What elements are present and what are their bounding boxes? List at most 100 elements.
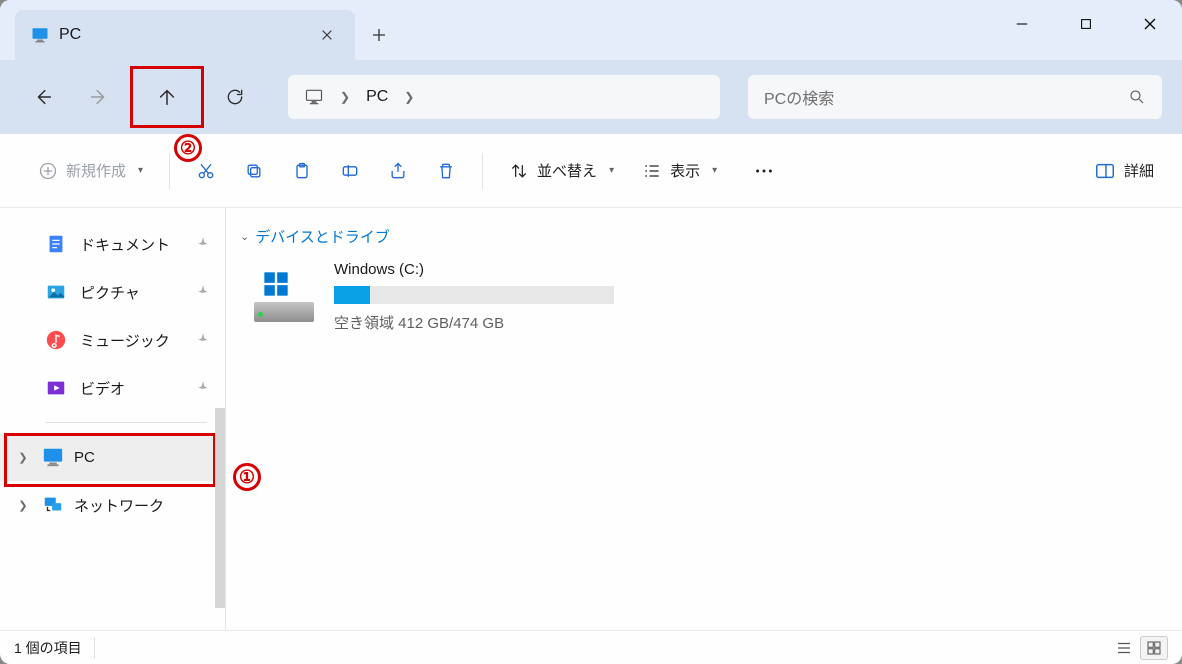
close-icon [320, 28, 334, 42]
breadcrumb-pc[interactable]: PC [366, 88, 388, 106]
sort-button[interactable]: 並べ替え ▾ [499, 151, 624, 191]
search-placeholder: PCの検索 [764, 85, 1112, 109]
view-label: 表示 [670, 160, 700, 181]
rename-icon [340, 161, 360, 181]
chevron-down-icon: ⌄ [240, 230, 249, 243]
drive-icon [254, 272, 314, 322]
nav-up-callout [130, 66, 204, 128]
divider [169, 153, 170, 189]
chevron-right-icon: ❯ [340, 90, 350, 104]
window-close-button[interactable] [1118, 0, 1182, 48]
sidebar-item-music[interactable]: ミュージック [0, 316, 225, 364]
sidebar-scrollbar-thumb[interactable] [215, 408, 225, 608]
divider [482, 153, 483, 189]
document-icon [44, 232, 68, 256]
arrow-right-icon [88, 86, 110, 108]
plus-icon [371, 27, 387, 43]
windows-logo-icon [262, 270, 290, 298]
tab-active[interactable]: PC [15, 10, 355, 60]
cut-icon [196, 161, 216, 181]
delete-button[interactable] [426, 151, 466, 191]
drive-item[interactable]: Windows (C:) 空き領域 412 GB/474 GB [240, 261, 1168, 333]
search-icon [1128, 88, 1146, 106]
sidebar-item-pictures[interactable]: ピクチャ [0, 268, 225, 316]
content-pane: ⌄ デバイスとドライブ [226, 208, 1182, 630]
window-minimize-button[interactable] [990, 0, 1054, 48]
view-tiles-button[interactable] [1140, 636, 1168, 660]
chevron-down-icon: ▾ [609, 165, 614, 176]
sidebar-quick-access: ドキュメント ピクチャ [0, 208, 225, 630]
music-icon [44, 328, 68, 352]
chevron-right-icon: ❯ [14, 451, 32, 464]
drive-subtitle: 空き領域 412 GB/474 GB [334, 312, 614, 333]
chevron-down-icon: ▾ [712, 165, 717, 176]
window-controls [990, 0, 1182, 48]
copy-button[interactable] [234, 151, 274, 191]
titlebar: PC [0, 0, 1182, 60]
more-button[interactable] [735, 151, 793, 191]
paste-button[interactable] [282, 151, 322, 191]
monitor-icon [304, 87, 324, 107]
nav-back-button[interactable] [18, 76, 68, 118]
chevron-right-icon: ❯ [404, 90, 414, 104]
chevron-right-icon: ❯ [14, 499, 32, 512]
sidebar-item-label: ミュージック [80, 330, 170, 351]
window-maximize-button[interactable] [1054, 0, 1118, 48]
details-pane-icon [1094, 160, 1116, 182]
view-button[interactable]: 表示 ▾ [632, 151, 727, 191]
monitor-icon [31, 26, 49, 44]
drive-usage-bar [334, 286, 614, 304]
new-tab-button[interactable] [355, 10, 403, 60]
sidebar-item-pc[interactable]: ❯ PC [0, 433, 225, 481]
tiles-icon [1145, 639, 1163, 657]
drive-usage-fill [334, 286, 370, 304]
view-icon [642, 161, 662, 181]
plus-circle-icon [38, 161, 58, 181]
monitor-icon [42, 446, 64, 468]
pin-icon [195, 379, 213, 397]
sidebar-item-videos[interactable]: ビデオ [0, 364, 225, 412]
rename-button[interactable] [330, 151, 370, 191]
callout-badge-2: ② [174, 134, 202, 162]
nav-up-button[interactable] [142, 76, 192, 118]
search-box[interactable]: PCの検索 [748, 75, 1162, 119]
network-icon [42, 494, 64, 516]
minimize-icon [1015, 17, 1029, 31]
group-header-label: デバイスとドライブ [255, 226, 390, 247]
pictures-icon [44, 280, 68, 304]
sort-icon [509, 161, 529, 181]
tab-close-button[interactable] [315, 23, 339, 47]
new-button[interactable]: 新規作成 ▾ [28, 151, 153, 191]
list-icon [1115, 639, 1133, 657]
videos-icon [44, 376, 68, 400]
sidebar-item-network[interactable]: ❯ ネットワーク [0, 481, 225, 529]
divider [94, 637, 95, 659]
address-bar[interactable]: ❯ PC ❯ [288, 75, 720, 119]
pin-icon [195, 331, 213, 349]
sort-label: 並べ替え [537, 160, 597, 181]
details-pane-button[interactable]: 詳細 [1084, 151, 1164, 191]
divider [46, 422, 207, 423]
view-details-button[interactable] [1110, 636, 1138, 660]
trash-icon [436, 161, 456, 181]
sidebar: ドキュメント ピクチャ [0, 208, 226, 630]
pin-icon [195, 283, 213, 301]
sidebar-item-label: ピクチャ [80, 282, 140, 303]
share-button[interactable] [378, 151, 418, 191]
nav-forward-button[interactable] [74, 76, 124, 118]
sidebar-item-label: ネットワーク [74, 495, 164, 516]
share-icon [388, 161, 408, 181]
maximize-icon [1079, 17, 1093, 31]
arrow-left-icon [32, 86, 54, 108]
pin-icon [195, 235, 213, 253]
explorer-window: ② ① PC [0, 0, 1182, 664]
status-item-count: 1 個の項目 [14, 638, 82, 658]
sidebar-item-documents[interactable]: ドキュメント [0, 220, 225, 268]
nav-refresh-button[interactable] [210, 76, 260, 118]
group-header-devices[interactable]: ⌄ デバイスとドライブ [240, 226, 1168, 247]
ellipsis-icon [753, 160, 775, 182]
chevron-down-icon: ▾ [138, 165, 143, 176]
details-pane-label: 詳細 [1124, 160, 1154, 181]
sidebar-item-label: ビデオ [80, 378, 125, 399]
navbar: ❯ PC ❯ PCの検索 [0, 60, 1182, 134]
